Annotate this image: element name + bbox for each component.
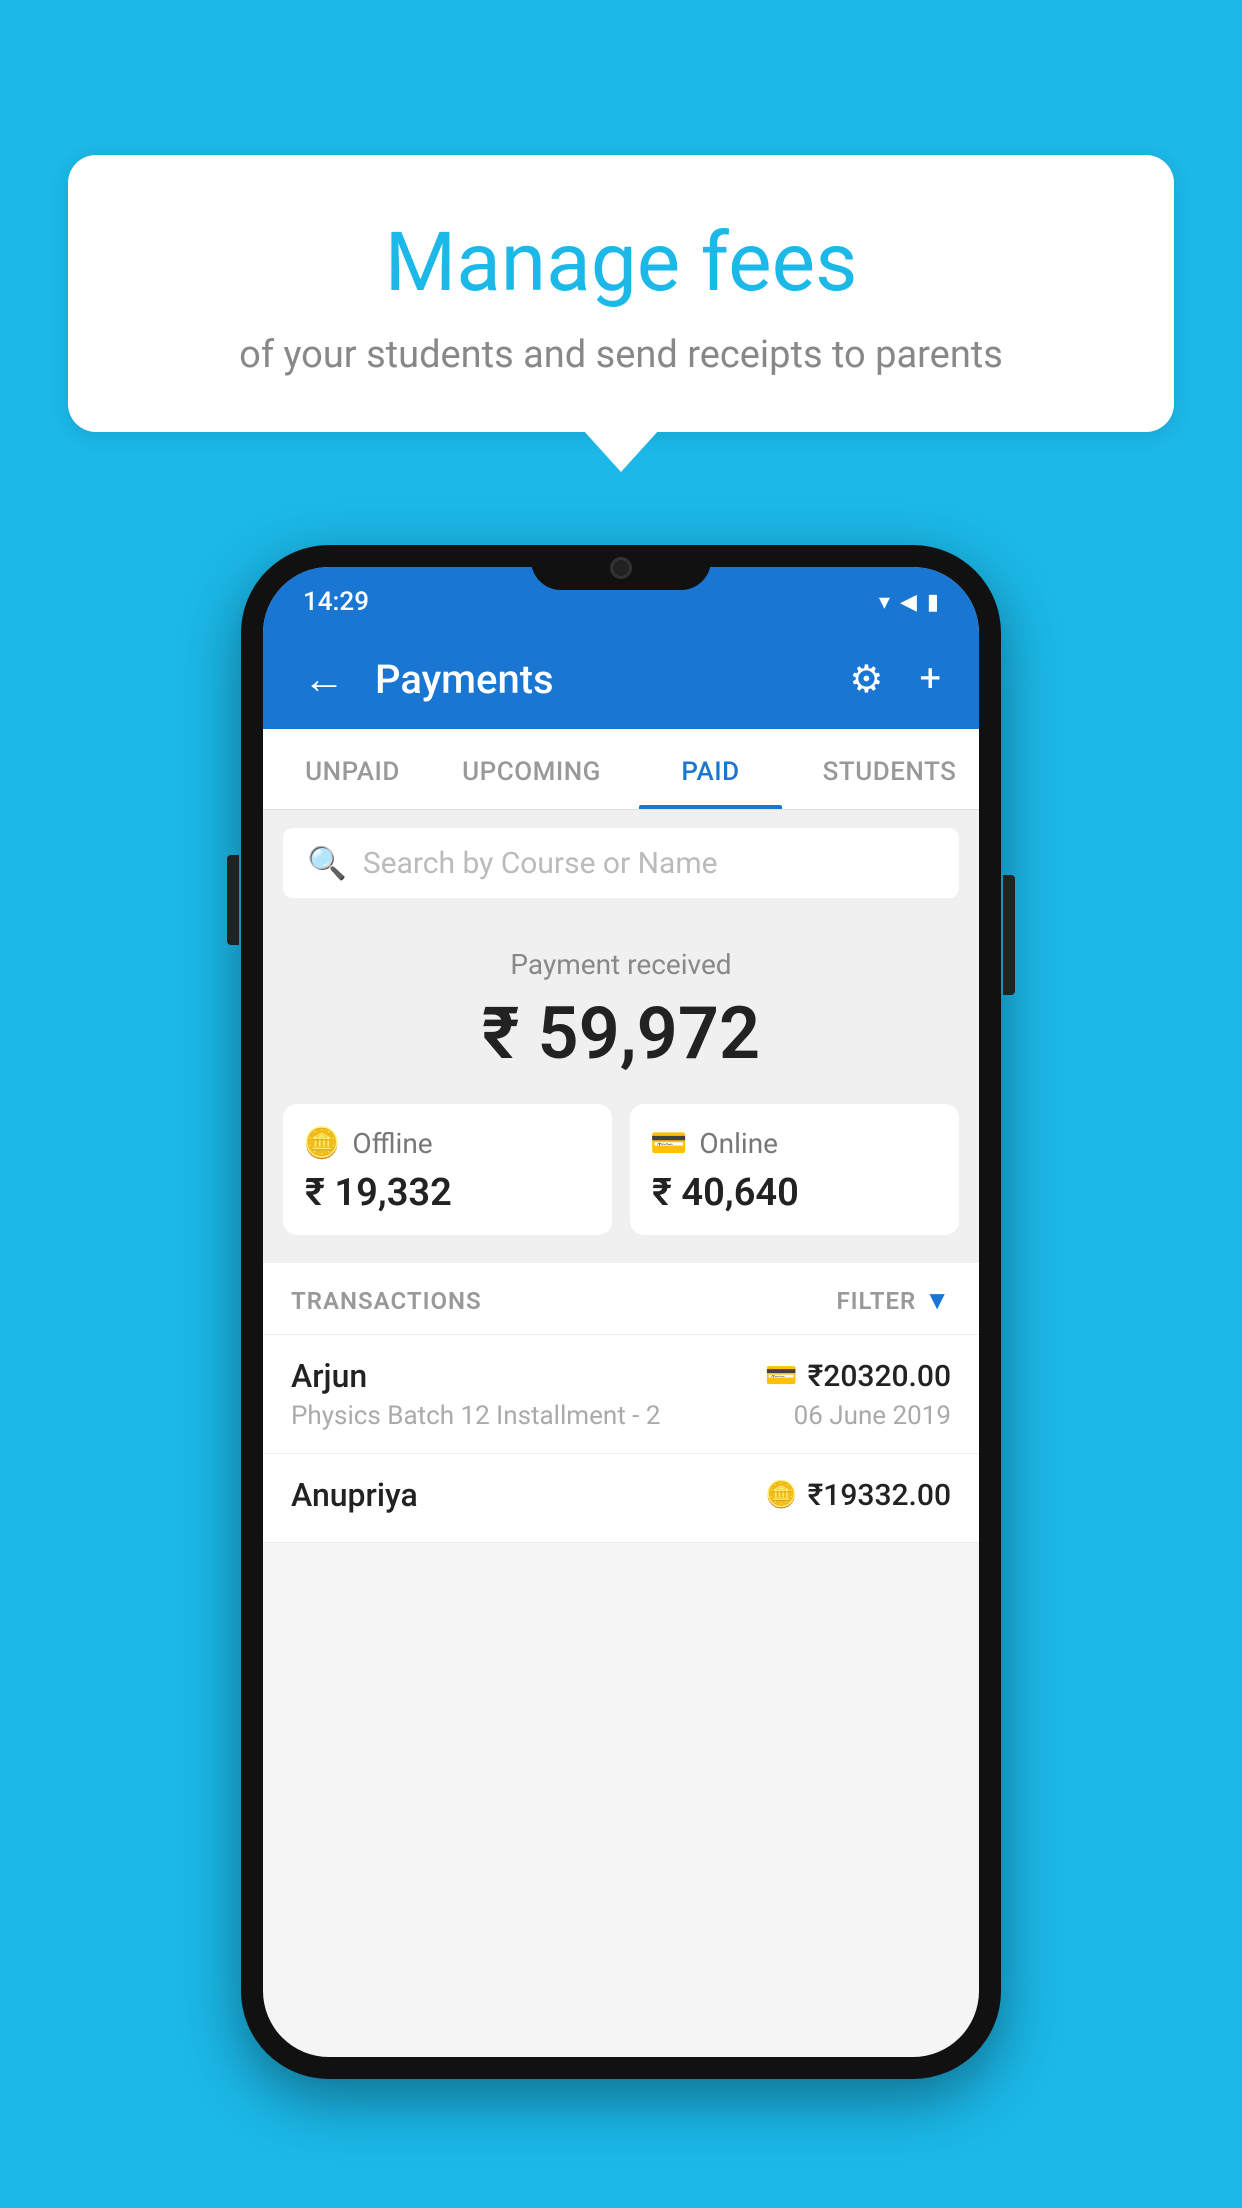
settings-button[interactable]: ⚙	[841, 649, 891, 710]
search-box[interactable]: 🔍 Search by Course or Name	[283, 828, 959, 898]
transaction-top-row: Arjun 💳 ₹20320.00	[291, 1357, 951, 1395]
manage-fees-title: Manage fees	[118, 215, 1124, 311]
page-title: Payments	[375, 656, 821, 703]
wifi-icon: ▾	[879, 590, 890, 615]
add-button[interactable]: +	[911, 649, 949, 709]
manage-fees-subtitle: of your students and send receipts to pa…	[118, 333, 1124, 377]
transaction-amount-wrap: 💳 ₹20320.00	[765, 1359, 951, 1394]
tab-unpaid[interactable]: UNPAID	[263, 729, 442, 809]
transaction-row[interactable]: Anupriya 🪙 ₹19332.00	[263, 1454, 979, 1543]
phone-frame: 14:29 ▾ ◀ ▮ ← Payments ⚙ + UNPAID	[241, 545, 1001, 2079]
online-label: Online	[699, 1127, 778, 1160]
transaction-amount-wrap: 🪙 ₹19332.00	[765, 1478, 951, 1513]
speech-bubble-container: Manage fees of your students and send re…	[68, 155, 1174, 432]
transaction-date: 06 June 2019	[794, 1401, 951, 1431]
payment-total-amount: ₹ 59,972	[283, 991, 959, 1076]
transaction-bottom-row: Physics Batch 12 Installment - 2 06 June…	[291, 1401, 951, 1431]
offline-amount: ₹ 19,332	[303, 1171, 592, 1215]
online-amount: ₹ 40,640	[650, 1171, 939, 1215]
transaction-row[interactable]: Arjun 💳 ₹20320.00 Physics Batch 12 Insta…	[263, 1335, 979, 1454]
status-time: 14:29	[303, 587, 369, 617]
payment-received-label: Payment received	[283, 948, 959, 981]
back-button[interactable]: ←	[293, 645, 355, 714]
payment-cards: 🪙 Offline ₹ 19,332 💳 Online ₹ 40,640	[263, 1104, 979, 1263]
transaction-amount: ₹20320.00	[808, 1359, 951, 1394]
signal-icon: ◀	[900, 590, 917, 615]
transaction-name: Arjun	[291, 1357, 367, 1395]
header-icons: ⚙ +	[841, 649, 949, 710]
transactions-label: TRANSACTIONS	[291, 1287, 482, 1315]
offline-card-header: 🪙 Offline	[303, 1126, 592, 1161]
payment-summary: Payment received ₹ 59,972	[263, 916, 979, 1104]
tabs-bar: UNPAID UPCOMING PAID STUDENTS	[263, 729, 979, 810]
transaction-course: Physics Batch 12 Installment - 2	[291, 1401, 660, 1431]
transaction-name: Anupriya	[291, 1476, 418, 1514]
filter-label: FILTER	[836, 1287, 916, 1315]
tab-students[interactable]: STUDENTS	[800, 729, 979, 809]
front-camera	[610, 557, 632, 579]
search-container: 🔍 Search by Course or Name	[263, 810, 979, 916]
filter-icon: ▼	[924, 1285, 951, 1316]
phone-screen: 14:29 ▾ ◀ ▮ ← Payments ⚙ + UNPAID	[263, 567, 979, 2057]
payment-type-icon: 🪙	[765, 1480, 797, 1510]
search-input[interactable]: Search by Course or Name	[363, 846, 718, 881]
offline-card: 🪙 Offline ₹ 19,332	[283, 1104, 612, 1235]
search-icon: 🔍	[307, 844, 347, 882]
phone-device: 14:29 ▾ ◀ ▮ ← Payments ⚙ + UNPAID	[241, 545, 1001, 2079]
filter-button[interactable]: FILTER ▼	[836, 1285, 951, 1316]
offline-icon: 🪙	[303, 1126, 340, 1161]
speech-bubble: Manage fees of your students and send re…	[68, 155, 1174, 432]
status-icons: ▾ ◀ ▮	[879, 590, 939, 615]
phone-notch	[531, 545, 711, 590]
online-icon: 💳	[650, 1126, 687, 1161]
app-header: ← Payments ⚙ +	[263, 629, 979, 729]
online-card: 💳 Online ₹ 40,640	[630, 1104, 959, 1235]
transaction-amount: ₹19332.00	[808, 1478, 951, 1513]
online-card-header: 💳 Online	[650, 1126, 939, 1161]
battery-icon: ▮	[927, 590, 939, 615]
offline-label: Offline	[352, 1127, 432, 1160]
tab-upcoming[interactable]: UPCOMING	[442, 729, 621, 809]
payment-type-icon: 💳	[765, 1361, 797, 1391]
tab-paid[interactable]: PAID	[621, 729, 800, 809]
transactions-header: TRANSACTIONS FILTER ▼	[263, 1263, 979, 1335]
transaction-top-row: Anupriya 🪙 ₹19332.00	[291, 1476, 951, 1514]
